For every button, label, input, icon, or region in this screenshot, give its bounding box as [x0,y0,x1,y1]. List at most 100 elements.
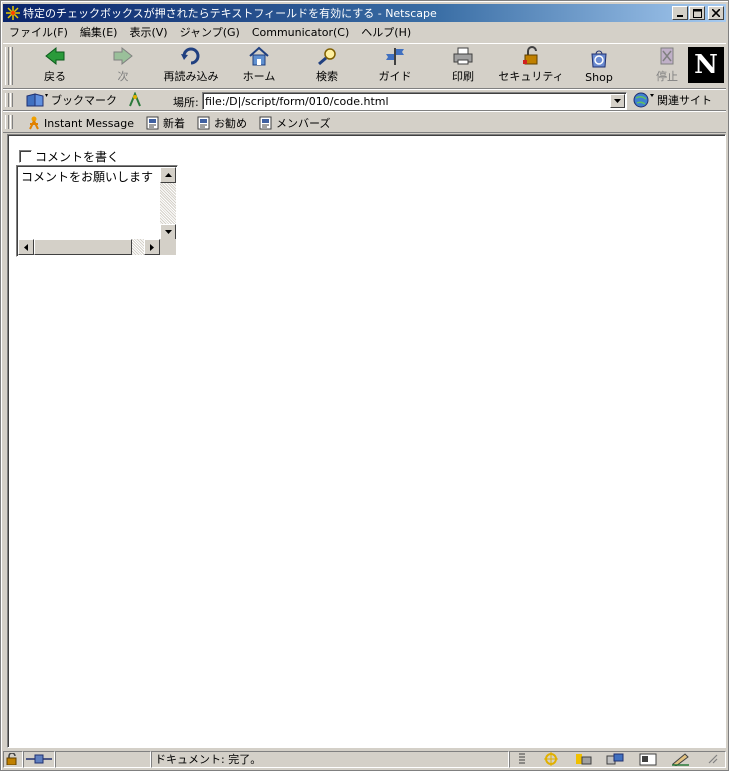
comment-textarea[interactable]: コメントをお願いします [16,165,178,257]
comment-checkbox-row: コメントを書く [19,148,119,165]
print-icon [451,46,475,66]
instant-message-button[interactable]: Instant Message [27,116,134,130]
textarea-horizontal-scrollbar[interactable] [18,239,160,255]
textarea-vertical-scrollbar[interactable] [160,167,176,240]
connection-plug-icon [26,754,52,764]
discussion-groups-icon[interactable] [606,752,624,766]
bookmarks-icon [26,93,48,107]
menu-go[interactable]: ジャンプ(G) [174,24,246,40]
bookmark-page-icon [146,116,159,130]
print-button[interactable]: 印刷 [429,46,497,86]
close-icon [712,9,720,17]
arrow-down-icon [164,230,172,234]
page-proxy-icon[interactable] [127,91,143,111]
maximize-button[interactable] [689,6,705,20]
bookmark-page-icon [197,116,210,130]
related-sites-label: 関連サイト [657,94,712,107]
menu-file[interactable]: ファイル(F) [3,24,74,40]
toolbar-grip-secondary[interactable] [10,47,13,85]
forward-arrow-icon [111,46,135,66]
comment-textarea-value: コメントをお願いします [21,170,154,184]
scroll-left-button[interactable] [18,239,34,255]
toolbar-grip-secondary[interactable] [10,93,13,107]
menu-communicator[interactable]: Communicator(C) [246,26,355,39]
bookmark-recommended-button[interactable]: お勧め [197,115,247,131]
shop-button[interactable]: Shop [565,46,633,86]
composer-icon[interactable] [671,752,691,766]
instant-message-icon [29,116,39,130]
back-button[interactable]: 戻る [21,46,89,86]
toolbar-grip[interactable] [5,47,9,85]
bookmark-new-button[interactable]: 新着 [146,115,185,131]
search-button[interactable]: 検索 [293,46,361,86]
status-message-cell: ドキュメント: 完了。 [151,750,509,768]
maximize-icon [692,8,702,18]
shop-icon [587,47,611,69]
status-bar: ドキュメント: 完了。 [3,749,726,769]
security-button[interactable]: セキュリティ [497,46,565,86]
comment-checkbox[interactable] [19,150,32,163]
navigator-icon[interactable] [542,752,560,766]
arrow-up-icon [164,173,172,177]
toolbar-grip-secondary[interactable] [10,115,13,129]
menu-bar: ファイル(F) 編集(E) 表示(V) ジャンプ(G) Communicator… [3,23,726,41]
component-bar-grip-icon[interactable] [517,752,527,766]
horizontal-scroll-thumb[interactable] [34,239,132,255]
page-proxy-icon-graphic [129,91,141,107]
forward-button[interactable]: 次 [89,46,157,86]
scroll-down-button[interactable] [160,224,176,240]
reload-button[interactable]: 再読み込み [157,46,225,86]
minimize-icon [677,15,683,17]
personal-toolbar: Instant Message 新着 お勧め メンバーズ [3,111,726,133]
comment-checkbox-label: コメントを書く [35,150,120,164]
guide-button[interactable]: ガイド [361,46,429,86]
browser-window: 特定のチェックボックスが押されたらテキストフィールドを有効にする - Netsc… [0,0,729,771]
bookmarks-label: ブックマーク [51,94,117,107]
url-field[interactable] [202,92,627,110]
toolbar-grip[interactable] [5,93,9,107]
scroll-up-button[interactable] [160,167,176,183]
arrow-right-icon [150,243,154,251]
page-content: コメントを書く コメントをお願いします [7,134,726,748]
location-label: 場所: [173,96,199,109]
arrow-left-icon [24,243,28,251]
url-dropdown-button[interactable] [610,94,625,108]
close-button[interactable] [708,6,724,20]
security-status-cell[interactable] [3,750,23,768]
component-bar [509,750,726,768]
bookmarks-button[interactable]: ブックマーク [25,92,117,108]
stop-icon [655,46,679,66]
address-book-icon[interactable] [639,752,657,766]
url-input[interactable] [205,94,609,108]
netscape-app-icon [5,5,21,21]
toolbar-grip[interactable] [5,115,9,129]
home-button[interactable]: ホーム [225,46,293,86]
related-sites-icon [633,92,654,108]
location-toolbar: ブックマーク 場所: 関連サイト [3,89,726,111]
title-bar[interactable]: 特定のチェックボックスが押されたらテキストフィールドを有効にする - Netsc… [3,4,726,22]
minimize-button[interactable] [672,6,688,20]
menu-help[interactable]: ヘルプ(H) [355,24,417,40]
mail-icon[interactable] [574,752,592,766]
status-text: ドキュメント: 完了。 [155,753,262,766]
netscape-logo[interactable]: N [688,47,724,83]
chevron-down-icon [614,99,621,103]
navigation-toolbar: 戻る 次 再読み込み ホーム 検索 ガイド 印刷 セキュリティ Shop 停止 … [3,43,726,89]
bookmark-page-icon [259,116,272,130]
related-sites-button[interactable]: 関連サイト [633,92,712,108]
home-icon [247,46,271,66]
unlocked-padlock-icon [6,753,17,765]
bookmark-members-button[interactable]: メンバーズ [259,115,330,131]
progress-cell [55,750,151,768]
menu-edit[interactable]: 編集(E) [74,24,124,40]
window-controls [671,6,724,20]
reload-icon [179,46,203,66]
resize-grip-icon[interactable] [706,752,718,766]
connection-status-cell [23,750,55,768]
scrollbar-corner [160,239,176,255]
security-lock-icon [519,46,543,66]
guide-icon [383,46,407,66]
menu-view[interactable]: 表示(V) [123,24,173,40]
search-icon [315,46,339,66]
scroll-right-button[interactable] [144,239,160,255]
